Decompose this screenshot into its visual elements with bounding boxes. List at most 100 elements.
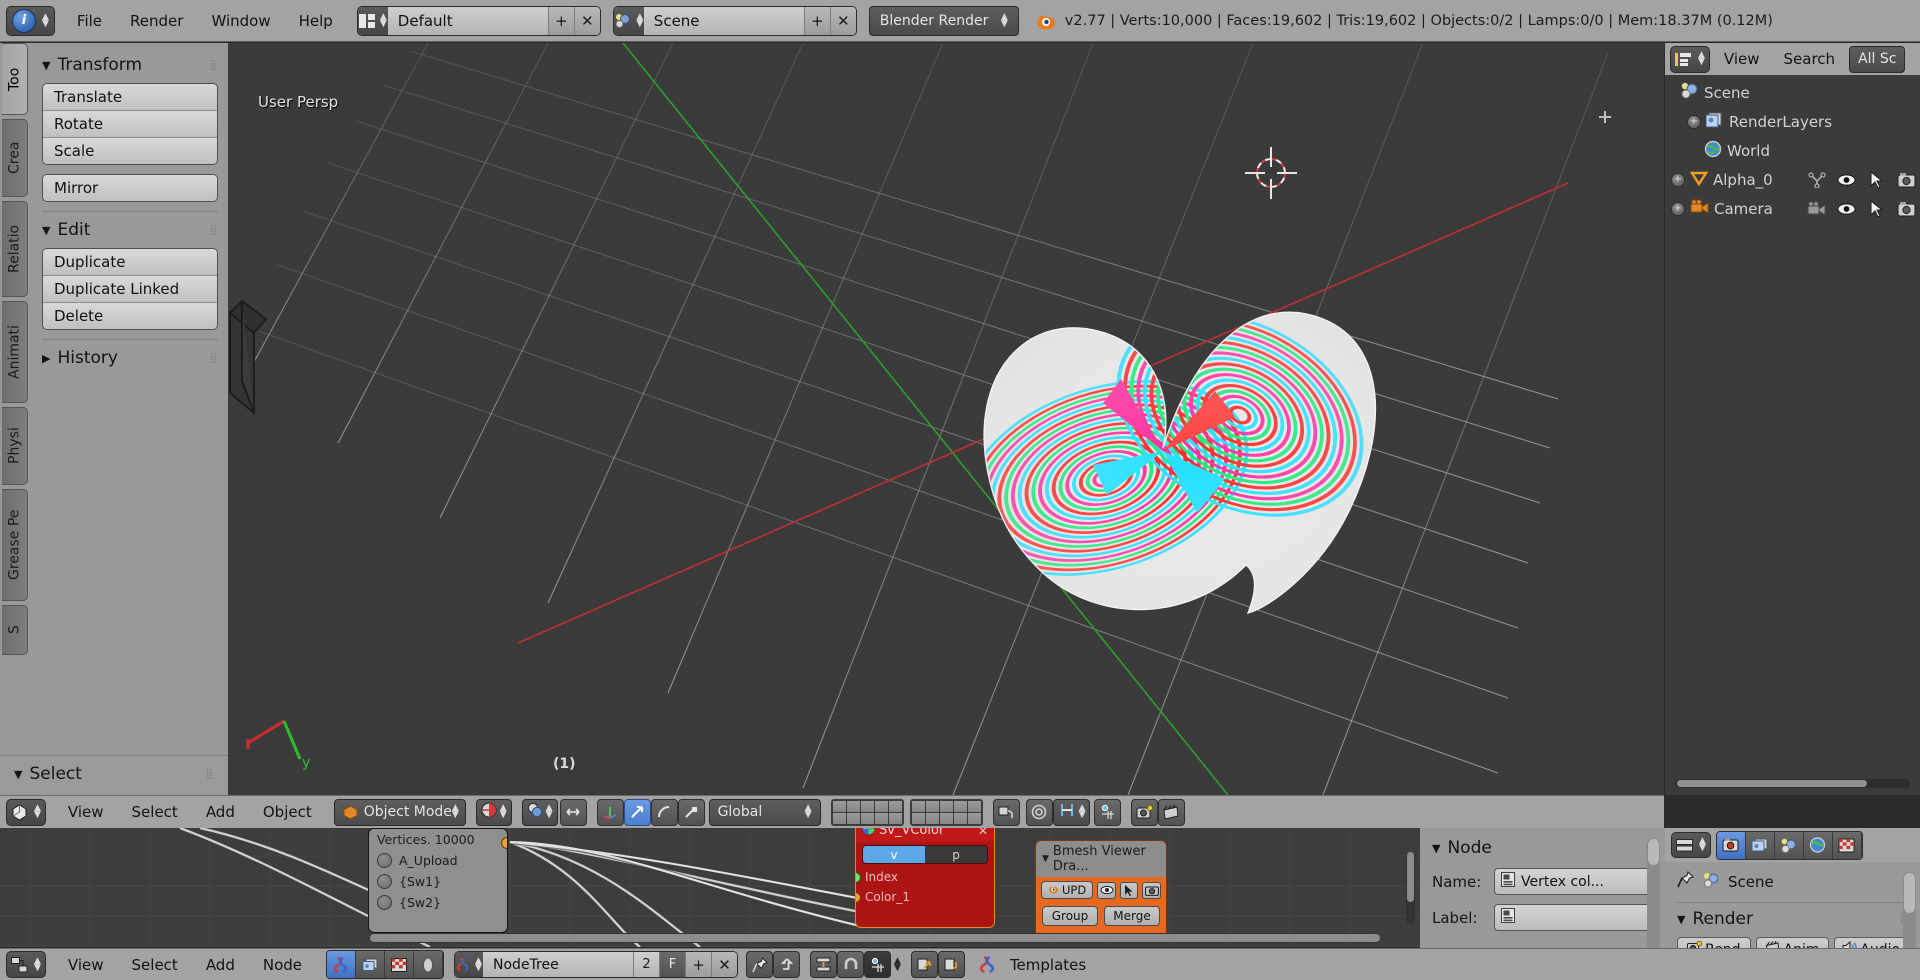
3dview-menu-add[interactable]: Add	[192, 799, 249, 825]
camera-render-icon[interactable]	[1142, 881, 1161, 899]
manipulator-enable-button[interactable]	[596, 798, 624, 826]
node-editor[interactable]: Vertices. 10000 A_Upload {Sw1} {Sw2} Sv_…	[0, 828, 1420, 947]
render-icon[interactable]	[1131, 798, 1159, 826]
snap-node-icon[interactable]	[864, 951, 892, 978]
node-tree-fake-user-button[interactable]: F	[659, 952, 686, 977]
templates-menu[interactable]: Templates	[996, 952, 1100, 978]
eye-icon[interactable]	[1837, 170, 1856, 189]
tab-physics[interactable]: Physi	[2, 407, 28, 485]
pivot-point-selector[interactable]: ▲ ▼	[521, 798, 558, 826]
socket-icon[interactable]	[856, 872, 861, 883]
panel-header-render[interactable]: ▼ Render ⣿	[1677, 907, 1908, 937]
expand-icon[interactable]: +	[1687, 114, 1701, 129]
bmesh-viewer-draw-node[interactable]: ▼ Bmesh Viewer Dra... UPD Group Merge	[1035, 840, 1167, 940]
bmesh-update-button[interactable]: UPD	[1041, 881, 1094, 899]
tab-relations[interactable]: Relatio	[2, 201, 28, 297]
vertices-node-row[interactable]: {Sw1}	[369, 871, 507, 892]
mirror-button[interactable]: Mirror	[43, 175, 217, 201]
eye-icon[interactable]	[1837, 199, 1856, 218]
node-tree-users-count[interactable]: 2	[633, 952, 660, 977]
close-icon[interactable]: ✕	[978, 828, 988, 838]
render-animation-icon[interactable]	[1158, 798, 1186, 826]
mesh-data-icon[interactable]	[1807, 170, 1826, 189]
magnet-icon[interactable]	[837, 951, 865, 978]
auto-offset-icon[interactable]	[810, 951, 838, 978]
expand-icon[interactable]: +	[1671, 201, 1685, 216]
interaction-mode-selector[interactable]: Object Mode ▲ ▼	[333, 798, 466, 826]
socket-icon[interactable]	[377, 853, 392, 868]
add-scene-button[interactable]: +	[803, 6, 830, 35]
node-editor-horizontal-scrollbar[interactable]	[370, 933, 1380, 943]
camera-render-icon[interactable]	[1897, 170, 1916, 189]
output-socket-icon[interactable]	[501, 837, 507, 849]
node-editor-vertical-scrollbar[interactable]	[1406, 852, 1415, 924]
sv-vcolor-mode-p[interactable]: p	[925, 846, 987, 863]
scene-icon[interactable]: ▲ ▼	[613, 6, 644, 35]
screen-layout-name[interactable]: Default	[387, 6, 548, 35]
camera-render-icon[interactable]	[1897, 199, 1916, 218]
add-node-tree-button[interactable]: +	[685, 952, 712, 977]
outliner-menu-view[interactable]: View	[1714, 46, 1770, 72]
duplicate-button[interactable]: Duplicate	[43, 249, 217, 276]
3dview-menu-view[interactable]: View	[54, 799, 118, 825]
cursor-arrow-icon[interactable]	[1867, 199, 1886, 218]
manipulator-toggle-button[interactable]	[559, 798, 587, 826]
3dview-menu-select[interactable]: Select	[118, 799, 192, 825]
scene-layers-bottom[interactable]	[909, 798, 983, 826]
transform-orientation-selector[interactable]: Global ▲ ▼	[708, 798, 821, 826]
node-menu-node[interactable]: Node	[249, 952, 316, 978]
duplicate-linked-button[interactable]: Duplicate Linked	[43, 276, 217, 303]
rotate-button[interactable]: Rotate	[43, 111, 217, 138]
socket-icon[interactable]	[856, 892, 861, 903]
expand-icon[interactable]: +	[1671, 172, 1685, 187]
pin-icon[interactable]	[1677, 871, 1694, 892]
triangle-down-icon[interactable]: ▼	[1042, 854, 1049, 864]
sv-vcolor-mode-toggle[interactable]: v p	[862, 845, 988, 864]
translate-button[interactable]: Translate	[43, 84, 217, 111]
tab-create[interactable]: Crea	[2, 119, 28, 197]
properties-tab-render-layers[interactable]	[1745, 831, 1775, 859]
outliner-filter-button[interactable]: All Sc	[1849, 45, 1906, 73]
bmesh-group-button[interactable]: Group	[1042, 906, 1098, 926]
vertices-node-row[interactable]: A_Upload	[369, 850, 507, 871]
sv-vcolor-node[interactable]: Sv_VColor ✕ v p Index Color_1	[855, 828, 995, 928]
eye-icon[interactable]	[1097, 881, 1116, 899]
properties-tab-world[interactable]	[1803, 831, 1833, 859]
menu-help[interactable]: Help	[285, 8, 347, 34]
panel-header-edit[interactable]: ▼ Edit ⣿	[42, 214, 218, 248]
tab-grease-pencil[interactable]: Grease Pe	[2, 489, 28, 601]
menu-file[interactable]: File	[63, 8, 116, 34]
3dview-menu-object[interactable]: Object	[249, 799, 326, 825]
panel-header-transform[interactable]: ▼ Transform ⣿	[42, 49, 218, 83]
outliner-row-scene[interactable]: Scene	[1665, 78, 1920, 107]
socket-icon[interactable]	[377, 895, 392, 910]
cursor-arrow-icon[interactable]	[1867, 170, 1886, 189]
proportional-edit-icon[interactable]	[1025, 798, 1053, 826]
menu-window[interactable]: Window	[197, 8, 284, 34]
sv-vcolor-mode-v[interactable]: v	[863, 846, 925, 863]
outliner-row-renderlayers[interactable]: + RenderLayers	[1665, 107, 1920, 136]
delete-screen-layout-button[interactable]: ✕	[573, 6, 600, 35]
outliner-display-mode-icon[interactable]: ▲ ▼	[1670, 45, 1710, 73]
menu-render[interactable]: Render	[116, 8, 197, 34]
go-to-parent-icon[interactable]	[773, 951, 801, 978]
outliner-row-camera[interactable]: + Camera	[1665, 194, 1920, 223]
snap-element-button[interactable]	[1094, 798, 1122, 826]
screen-layout-icon[interactable]: ▲ ▼	[357, 6, 388, 35]
add-screen-layout-button[interactable]: +	[547, 6, 574, 35]
vertices-node-row[interactable]: {Sw2}	[369, 892, 507, 913]
scene-layers-top[interactable]	[830, 798, 904, 826]
sv-vcolor-input-index[interactable]: Index	[856, 867, 994, 887]
editor-type-selector-3dview[interactable]: ▲ ▼	[6, 798, 46, 826]
panel-header-history[interactable]: ▶ History ⣿	[42, 342, 218, 376]
copy-to-buffer-icon[interactable]	[910, 951, 938, 978]
sverchok-nodes-tab[interactable]	[414, 951, 444, 978]
node-menu-view[interactable]: View	[54, 952, 118, 978]
outliner-horizontal-scrollbar[interactable]	[1675, 779, 1910, 788]
socket-icon[interactable]	[377, 874, 392, 889]
bmesh-merge-button[interactable]: Merge	[1104, 906, 1160, 926]
render-engine-selector[interactable]: Blender Render ▲ ▼	[868, 5, 1019, 36]
snap-target-selector[interactable]: ▲ ▼	[1052, 798, 1091, 826]
shader-nodes-tab[interactable]	[327, 951, 357, 978]
sv-vcolor-input-color1[interactable]: Color_1	[856, 887, 994, 907]
